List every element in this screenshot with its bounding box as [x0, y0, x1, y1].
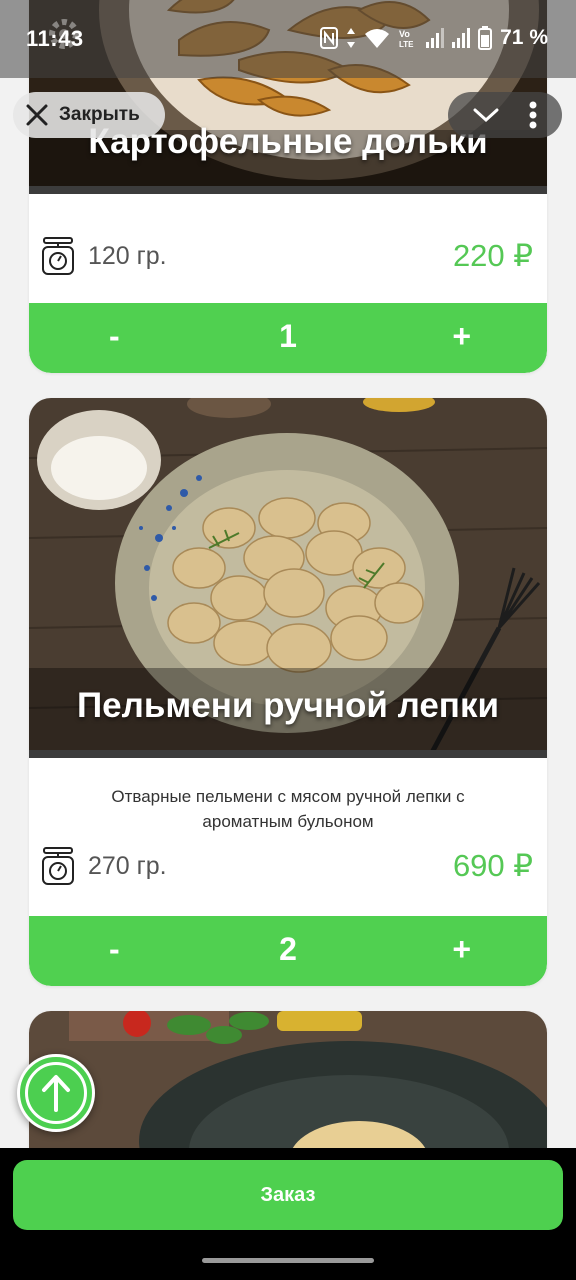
product-image: Пельмени ручной лепки [29, 398, 547, 758]
close-icon [26, 104, 48, 126]
product-title: Пельмени ручной лепки [77, 686, 499, 725]
product-info-row: 270 гр. 690 ₽ [29, 836, 547, 896]
product-description: Отварные пельмени с мясом ручной лепки с… [111, 787, 465, 831]
home-indicator[interactable] [202, 1258, 374, 1263]
nfc-icon [320, 27, 339, 49]
product-card [29, 1011, 547, 1148]
bottom-bar: Заказ [0, 1148, 576, 1280]
volte-icon: Vo LTE [399, 29, 414, 49]
scroll-to-top-button[interactable] [17, 1054, 95, 1132]
wifi-icon [365, 29, 390, 48]
signal-icon [452, 28, 471, 48]
increase-button[interactable]: + [452, 318, 471, 355]
signal-icon [426, 28, 445, 48]
close-button[interactable]: Закрыть [13, 92, 165, 138]
quantity-stepper: - 2 + [29, 916, 547, 986]
battery-level: 71 % [500, 26, 548, 49]
status-bar: 11:43 Vo LTE 71 % [0, 0, 576, 78]
product-image [29, 1011, 547, 1148]
increase-button[interactable]: + [452, 931, 471, 968]
product-card: Пельмени ручной лепки Отварные пельмени … [29, 398, 547, 986]
overlay-menu [448, 92, 562, 138]
quantity-stepper: - 1 + [29, 303, 547, 373]
battery-icon [478, 26, 493, 50]
image-divider [29, 186, 547, 194]
svg-text:Vo: Vo [399, 29, 410, 39]
data-arrows-icon [347, 28, 356, 48]
kitchen-scale-icon [42, 237, 74, 275]
product-price: 220 ₽ [452, 238, 533, 273]
svg-text:LTE: LTE [399, 40, 414, 49]
settings-icon [49, 19, 79, 49]
chevron-down-icon[interactable] [473, 107, 499, 123]
status-icons: Vo LTE 71 % [320, 26, 548, 50]
menu-content[interactable]: Картофельные дольки 120 гр. 220 ₽ - 1 + [0, 0, 576, 1148]
kitchen-scale-icon [42, 847, 74, 885]
product-weight: 270 гр. [88, 852, 167, 880]
product-info-row: 120 гр. 220 ₽ [29, 226, 547, 286]
image-divider [29, 750, 547, 758]
arrow-up-icon [42, 1075, 70, 1112]
close-label: Закрыть [59, 104, 140, 125]
order-button[interactable]: Заказ [13, 1160, 563, 1230]
scroll-to-top-ring [25, 1062, 87, 1124]
product-price: 690 ₽ [452, 848, 533, 883]
product-weight: 120 гр. [88, 242, 167, 270]
more-options-icon[interactable] [529, 101, 537, 129]
pasta-photo [29, 1011, 547, 1148]
